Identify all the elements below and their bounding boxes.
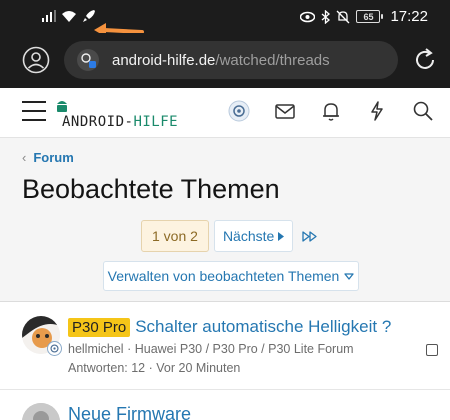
avatar-image — [22, 403, 60, 420]
next-page-label: Nächste — [222, 228, 275, 244]
avatar-nav-icon[interactable] — [228, 100, 250, 122]
status-time: 17:22 — [390, 8, 428, 25]
status-bar: 65 17:22 — [0, 0, 450, 37]
url-host: android-hilfe.de — [112, 51, 216, 69]
rocket-icon — [83, 10, 95, 22]
mute-icon — [336, 10, 350, 23]
browser-toolbar: android-hilfe.de/watched/threads — [0, 33, 450, 88]
avatar[interactable] — [22, 403, 60, 420]
breadcrumb[interactable]: ‹ Forum — [22, 150, 74, 165]
thread-prefix-badge[interactable]: P30 Pro — [68, 317, 131, 337]
logo-text: ANDROID-HILFE — [62, 114, 179, 130]
chevron-left-icon: ‹ — [22, 150, 27, 165]
fast-forward-icon — [302, 230, 317, 242]
list-item[interactable]: P30 Pro Schalter automatische Helligkeit… — [0, 302, 450, 390]
page-title: Beobachtete Themen — [22, 174, 280, 204]
thread-forum[interactable]: Huawei P30 / P30 Pro / P30 Lite Forum — [135, 342, 354, 356]
list-item[interactable]: Neue Firmware — [0, 391, 450, 420]
android-logo-icon — [57, 101, 67, 112]
manage-watched-threads-button[interactable]: Verwalten von beobachteten Themen — [103, 261, 359, 291]
menu-icon[interactable] — [22, 101, 46, 121]
site-logo[interactable]: ANDROID-HILFE — [56, 98, 178, 130]
manage-label: Verwalten von beobachteten Themen — [107, 268, 340, 284]
inbox-icon[interactable] — [274, 100, 296, 122]
eye-icon — [300, 11, 316, 22]
site-header: ANDROID-HILFE — [0, 88, 450, 138]
address-bar[interactable]: android-hilfe.de/watched/threads — [64, 41, 398, 79]
thread-meta: hellmichel · Huawei P30 / P30 Pro / P30 … — [68, 342, 354, 356]
bell-icon[interactable] — [320, 100, 342, 122]
page-current[interactable]: 1 von 2 — [141, 220, 209, 252]
next-page-button[interactable]: Nächste — [213, 220, 294, 252]
thread-time[interactable]: Vor 20 Minuten — [156, 361, 240, 375]
thread-stats: Antworten: 12 · Vor 20 Minuten — [68, 361, 241, 375]
bluetooth-icon — [322, 9, 331, 24]
thread-select-checkbox[interactable] — [426, 344, 438, 356]
signal-icon — [42, 10, 56, 22]
battery-icon: 65 — [356, 10, 384, 23]
thread-author[interactable]: hellmichel — [68, 342, 124, 356]
pagination: 1 von 2 Nächste — [141, 220, 322, 252]
wifi-icon — [62, 10, 76, 22]
breadcrumb-forum-link[interactable]: Forum — [33, 150, 73, 165]
thread-list: P30 Pro Schalter automatische Helligkeit… — [0, 301, 450, 420]
thread-title-link[interactable]: Schalter automatische Helligkeit ? — [135, 317, 391, 337]
url-path: /watched/threads — [215, 51, 330, 69]
reload-icon[interactable] — [412, 47, 438, 73]
search-icon[interactable] — [412, 100, 434, 122]
play-right-icon — [278, 231, 285, 241]
site-security-icon[interactable] — [76, 48, 100, 72]
last-page-button[interactable] — [298, 220, 322, 252]
thread-title-link[interactable]: Neue Firmware — [68, 404, 191, 420]
dropdown-triangle-icon — [344, 272, 354, 280]
lightning-icon[interactable] — [366, 100, 388, 122]
thread-replies: Antworten: 12 — [68, 361, 146, 375]
user-badge-icon — [47, 341, 62, 356]
profile-icon[interactable] — [22, 46, 50, 74]
